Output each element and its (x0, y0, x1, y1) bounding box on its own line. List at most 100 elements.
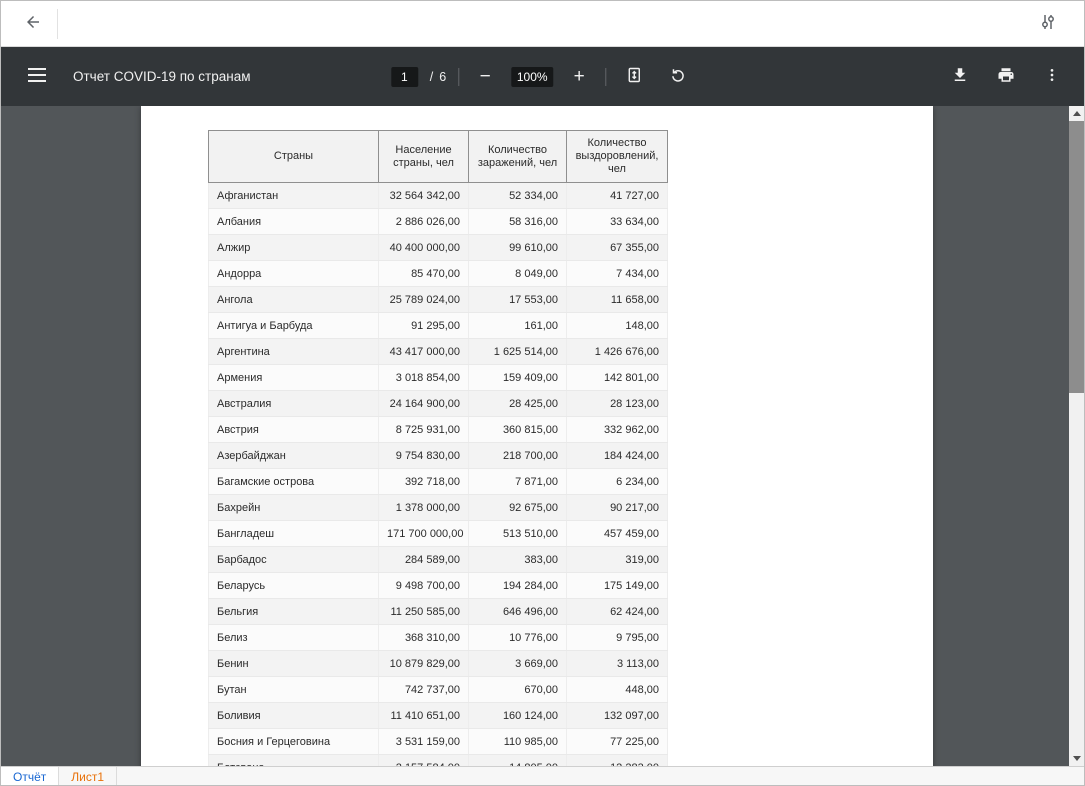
country-cell: Албания (209, 209, 379, 235)
country-cell: Афганистан (209, 183, 379, 209)
scrollbar-thumb[interactable] (1069, 121, 1084, 393)
population-cell: 2 886 026,00 (379, 209, 469, 235)
pdf-viewer-area: Страны Население страны, чел Количество … (1, 106, 1084, 766)
infections-cell: 99 610,00 (469, 235, 567, 261)
recoveries-cell: 33 634,00 (567, 209, 668, 235)
country-cell: Бахрейн (209, 495, 379, 521)
filter-options-button[interactable] (1032, 8, 1064, 40)
table-row: Ботсвана 2 157 584,00 14 805,00 12 283,0… (209, 755, 668, 767)
header-countries: Страны (209, 131, 379, 183)
zoom-in-button[interactable]: + (565, 63, 593, 91)
sheet-tab-report[interactable]: Отчёт (1, 767, 59, 786)
recoveries-cell: 11 658,00 (567, 287, 668, 313)
country-cell: Ангола (209, 287, 379, 313)
country-cell: Бутан (209, 677, 379, 703)
pdf-toolbar: Отчет COVID-19 по странам 1 / 6 − 100% + (1, 47, 1084, 106)
infections-cell: 159 409,00 (469, 365, 567, 391)
population-cell: 24 164 900,00 (379, 391, 469, 417)
sheet-tab-list1[interactable]: Лист1 (59, 767, 117, 786)
table-row: Белиз 368 310,00 10 776,00 9 795,00 (209, 625, 668, 651)
menu-button[interactable] (21, 61, 53, 93)
infections-cell: 218 700,00 (469, 443, 567, 469)
recoveries-cell: 12 283,00 (567, 755, 668, 767)
sliders-icon (1039, 13, 1057, 34)
page-count: / 6 (430, 70, 446, 84)
population-cell: 3 018 854,00 (379, 365, 469, 391)
table-row: Босния и Герцеговина 3 531 159,00 110 98… (209, 729, 668, 755)
infections-cell: 3 669,00 (469, 651, 567, 677)
recoveries-cell: 62 424,00 (567, 599, 668, 625)
population-cell: 368 310,00 (379, 625, 469, 651)
table-row: Беларусь 9 498 700,00 194 284,00 175 149… (209, 573, 668, 599)
table-row: Багамские острова 392 718,00 7 871,00 6 … (209, 469, 668, 495)
table-body: Афганистан 32 564 342,00 52 334,00 41 72… (209, 183, 668, 767)
triangle-down-icon (1073, 756, 1081, 761)
vertical-ellipsis-icon (1044, 67, 1060, 86)
zoom-level-input[interactable]: 100% (511, 67, 553, 87)
recoveries-cell: 77 225,00 (567, 729, 668, 755)
top-bar-divider (57, 9, 58, 39)
top-bar (1, 1, 1084, 47)
population-cell: 392 718,00 (379, 469, 469, 495)
more-options-button[interactable] (1036, 61, 1068, 93)
header-recoveries: Количество выздоровлений, чел (567, 131, 668, 183)
population-cell: 284 589,00 (379, 547, 469, 573)
fit-to-page-button[interactable] (618, 61, 650, 93)
country-cell: Аргентина (209, 339, 379, 365)
back-button[interactable] (17, 8, 49, 40)
infections-cell: 7 871,00 (469, 469, 567, 495)
country-cell: Боливия (209, 703, 379, 729)
population-cell: 25 789 024,00 (379, 287, 469, 313)
infections-cell: 17 553,00 (469, 287, 567, 313)
recoveries-cell: 319,00 (567, 547, 668, 573)
country-cell: Барбадос (209, 547, 379, 573)
triangle-up-icon (1073, 111, 1081, 116)
page-separator: / (430, 70, 433, 84)
toolbar-separator (458, 68, 459, 86)
sheet-tab-bar: Отчёт Лист1 (1, 766, 1084, 786)
print-button[interactable] (990, 61, 1022, 93)
country-cell: Багамские острова (209, 469, 379, 495)
header-infections: Количество заражений, чел (469, 131, 567, 183)
recoveries-cell: 3 113,00 (567, 651, 668, 677)
scroll-up-button[interactable] (1069, 106, 1084, 121)
population-cell: 10 879 829,00 (379, 651, 469, 677)
table-row: Бельгия 11 250 585,00 646 496,00 62 424,… (209, 599, 668, 625)
table-header: Страны Население страны, чел Количество … (209, 131, 668, 183)
infections-cell: 52 334,00 (469, 183, 567, 209)
infections-cell: 360 815,00 (469, 417, 567, 443)
country-cell: Белиз (209, 625, 379, 651)
printer-icon (997, 66, 1015, 87)
page-number-input[interactable]: 1 (391, 67, 418, 87)
country-cell: Антигуа и Барбуда (209, 313, 379, 339)
rotate-ccw-icon (670, 67, 686, 86)
country-cell: Австрия (209, 417, 379, 443)
table-row: Бангладеш 171 700 000,00 513 510,00 457 … (209, 521, 668, 547)
rotate-button[interactable] (662, 61, 694, 93)
scroll-down-button[interactable] (1069, 751, 1084, 766)
covid-report-table: Страны Население страны, чел Количество … (208, 130, 668, 766)
table-row: Австрия 8 725 931,00 360 815,00 332 962,… (209, 417, 668, 443)
population-cell: 40 400 000,00 (379, 235, 469, 261)
country-cell: Алжир (209, 235, 379, 261)
infections-cell: 1 625 514,00 (469, 339, 567, 365)
zoom-out-button[interactable]: − (471, 63, 499, 91)
infections-cell: 92 675,00 (469, 495, 567, 521)
infections-cell: 160 124,00 (469, 703, 567, 729)
population-cell: 3 531 159,00 (379, 729, 469, 755)
recoveries-cell: 6 234,00 (567, 469, 668, 495)
recoveries-cell: 1 426 676,00 (567, 339, 668, 365)
infections-cell: 383,00 (469, 547, 567, 573)
recoveries-cell: 9 795,00 (567, 625, 668, 651)
table-row: Азербайджан 9 754 830,00 218 700,00 184 … (209, 443, 668, 469)
table-row: Бенин 10 879 829,00 3 669,00 3 113,00 (209, 651, 668, 677)
recoveries-cell: 41 727,00 (567, 183, 668, 209)
vertical-scrollbar[interactable] (1069, 106, 1084, 766)
recoveries-cell: 28 123,00 (567, 391, 668, 417)
infections-cell: 161,00 (469, 313, 567, 339)
recoveries-cell: 7 434,00 (567, 261, 668, 287)
hamburger-icon (28, 68, 46, 85)
infections-cell: 646 496,00 (469, 599, 567, 625)
download-button[interactable] (944, 61, 976, 93)
table-row: Андорра 85 470,00 8 049,00 7 434,00 (209, 261, 668, 287)
